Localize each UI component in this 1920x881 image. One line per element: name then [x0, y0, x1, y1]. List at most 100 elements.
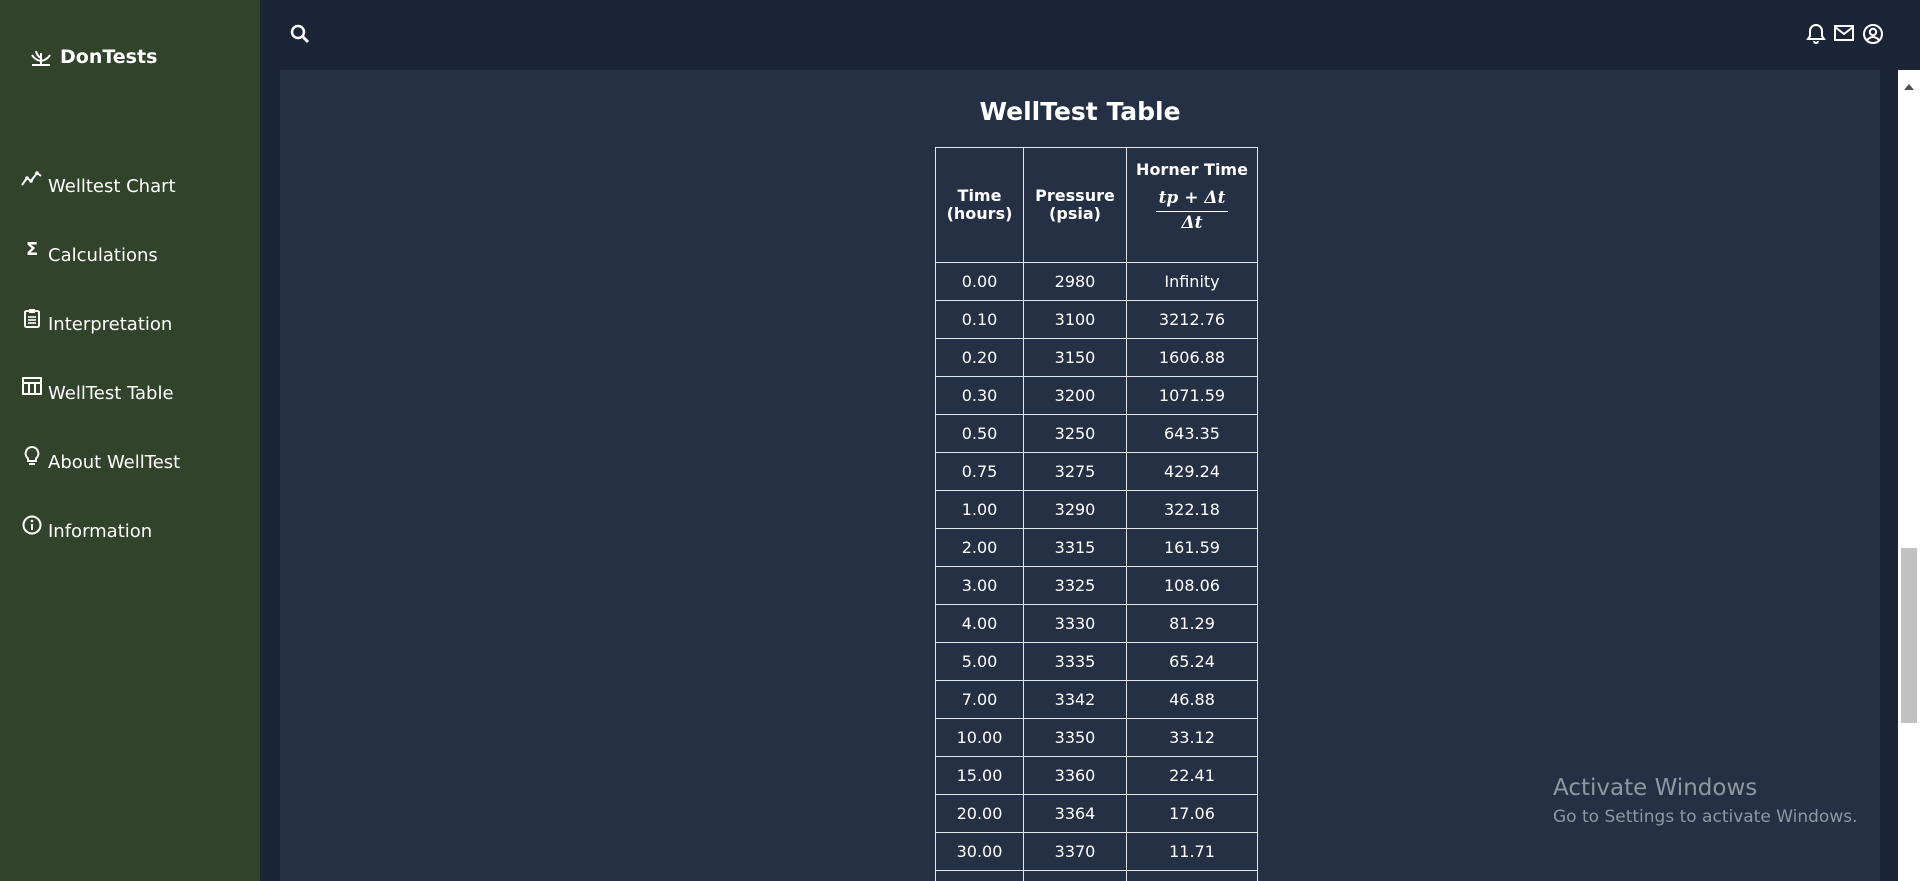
- table-row: 1.00 3290 322.18: [935, 490, 1258, 529]
- sidebar-item-label: Welltest Chart: [48, 176, 176, 197]
- cell-time: 0.30: [935, 376, 1024, 415]
- main-content: WellTest Table Time (hours) Pressure (ps…: [280, 70, 1880, 881]
- formula-numerator: tp + Δt: [1155, 189, 1229, 212]
- cell-horner-time: 9.03: [1126, 870, 1258, 881]
- cell-horner-time: Infinity: [1126, 262, 1258, 301]
- sidebar-item-calculations[interactable]: Σ Calculations: [20, 221, 180, 290]
- cell-pressure: 3360: [1023, 756, 1127, 795]
- sidebar-item-label: Calculations: [48, 245, 158, 266]
- cell-pressure: 3372: [1023, 870, 1127, 881]
- cell-horner-time: 81.29: [1126, 604, 1258, 643]
- cell-time: 3.00: [935, 566, 1024, 605]
- sidebar-item-welltest-table[interactable]: WellTest Table: [20, 359, 180, 428]
- sidebar-nav: Welltest Chart Σ Calculations Interpreta…: [20, 152, 180, 566]
- table-row: 15.00 3360 22.41: [935, 756, 1258, 795]
- app-name: DonTests: [60, 46, 158, 68]
- cell-time: 0.10: [935, 300, 1024, 339]
- cell-horner-time: 33.12: [1126, 718, 1258, 757]
- mail-icon[interactable]: [1833, 23, 1855, 45]
- lightbulb-icon: [20, 445, 44, 470]
- main-right-gutter: [1880, 70, 1898, 881]
- cell-time: 4.00: [935, 604, 1024, 643]
- table-row: 0.30 3200 1071.59: [935, 376, 1258, 415]
- cell-time: 2.00: [935, 528, 1024, 567]
- cell-pressure: 3250: [1023, 414, 1127, 453]
- table-row: 10.00 3350 33.12: [935, 718, 1258, 757]
- sigma-icon: Σ: [25, 238, 39, 260]
- top-bar: [260, 0, 1920, 70]
- cell-horner-time: 108.06: [1126, 566, 1258, 605]
- user-circle-icon[interactable]: [1862, 23, 1884, 45]
- bell-icon[interactable]: [1806, 23, 1826, 45]
- app-logo[interactable]: DonTests: [30, 46, 157, 68]
- sidebar-item-information[interactable]: Information: [20, 497, 180, 566]
- cell-horner-time: 17.06: [1126, 794, 1258, 833]
- cell-time: 20.00: [935, 794, 1024, 833]
- watermark-title: Activate Windows: [1553, 775, 1758, 801]
- table-row: 4.00 3330 81.29: [935, 604, 1258, 643]
- welltest-table: Time (hours) Pressure (psia) Horner Time…: [935, 147, 1258, 881]
- cell-time: 30.00: [935, 832, 1024, 871]
- cell-time: 5.00: [935, 642, 1024, 681]
- table-row: 5.00 3335 65.24: [935, 642, 1258, 681]
- sidebar: DonTests Welltest Chart Σ Calculations I…: [0, 0, 260, 881]
- horner-formula: tp + Δt Δt: [1155, 189, 1229, 233]
- cell-horner-time: 65.24: [1126, 642, 1258, 681]
- cell-pressure: 3100: [1023, 300, 1127, 339]
- page-title: WellTest Table: [979, 97, 1181, 126]
- cell-time: 40.00: [935, 870, 1024, 881]
- table-icon: [20, 376, 44, 401]
- clipboard-icon: [20, 308, 44, 332]
- sidebar-item-about-welltest[interactable]: About WellTest: [20, 428, 180, 497]
- cell-horner-time: 11.71: [1126, 832, 1258, 871]
- table-row: 20.00 3364 17.06: [935, 794, 1258, 833]
- cell-time: 0.50: [935, 414, 1024, 453]
- cell-horner-time: 3212.76: [1126, 300, 1258, 339]
- column-header-time: Time (hours): [935, 147, 1024, 263]
- cell-pressure: 3200: [1023, 376, 1127, 415]
- cell-time: 1.00: [935, 490, 1024, 529]
- cell-horner-time: 22.41: [1126, 756, 1258, 795]
- cell-pressure: 2980: [1023, 262, 1127, 301]
- sidebar-item-label: About WellTest: [48, 452, 181, 473]
- sidebar-item-interpretation[interactable]: Interpretation: [20, 290, 180, 359]
- cell-horner-time: 46.88: [1126, 680, 1258, 719]
- cell-pressure: 3342: [1023, 680, 1127, 719]
- table-row: 0.20 3150 1606.88: [935, 338, 1258, 377]
- cell-time: 0.20: [935, 338, 1024, 377]
- table-row: 2.00 3315 161.59: [935, 528, 1258, 567]
- scrollbar-track[interactable]: [1898, 70, 1920, 881]
- table-row: 0.00 2980 Infinity: [935, 262, 1258, 301]
- column-header-pressure: Pressure (psia): [1023, 147, 1127, 263]
- cell-pressure: 3364: [1023, 794, 1127, 833]
- horner-time-label: Horner Time: [1136, 160, 1248, 179]
- cell-pressure: 3290: [1023, 490, 1127, 529]
- welltest-table-container: Time (hours) Pressure (psia) Horner Time…: [935, 147, 1258, 881]
- watermark-subtitle: Go to Settings to activate Windows.: [1553, 807, 1858, 827]
- sidebar-item-label: Interpretation: [48, 314, 173, 335]
- table-row: 0.75 3275 429.24: [935, 452, 1258, 491]
- cell-time: 7.00: [935, 680, 1024, 719]
- table-row: 30.00 3370 11.71: [935, 832, 1258, 871]
- table-row: 0.10 3100 3212.76: [935, 300, 1258, 339]
- search-icon[interactable]: [290, 24, 310, 48]
- cell-pressure: 3335: [1023, 642, 1127, 681]
- cell-pressure: 3150: [1023, 338, 1127, 377]
- sidebar-item-welltest-chart[interactable]: Welltest Chart: [20, 152, 180, 221]
- table-row: 7.00 3342 46.88: [935, 680, 1258, 719]
- scrollbar-thumb[interactable]: [1901, 548, 1917, 723]
- table-row: 40.0033729.03: [935, 870, 1258, 881]
- cell-horner-time: 1606.88: [1126, 338, 1258, 377]
- column-header-horner-time: Horner Time tp + Δt Δt: [1126, 147, 1258, 263]
- activate-windows-watermark: Activate Windows Go to Settings to activ…: [1553, 775, 1858, 827]
- cell-time: 0.75: [935, 452, 1024, 491]
- cell-pressure: 3275: [1023, 452, 1127, 491]
- cell-time: 0.00: [935, 262, 1024, 301]
- cell-pressure: 3325: [1023, 566, 1127, 605]
- top-bar-actions: [1806, 23, 1884, 45]
- scroll-up-arrow-icon[interactable]: [1903, 76, 1915, 95]
- cell-horner-time: 161.59: [1126, 528, 1258, 567]
- cell-pressure: 3350: [1023, 718, 1127, 757]
- chart-line-icon: [20, 170, 44, 194]
- cell-horner-time: 643.35: [1126, 414, 1258, 453]
